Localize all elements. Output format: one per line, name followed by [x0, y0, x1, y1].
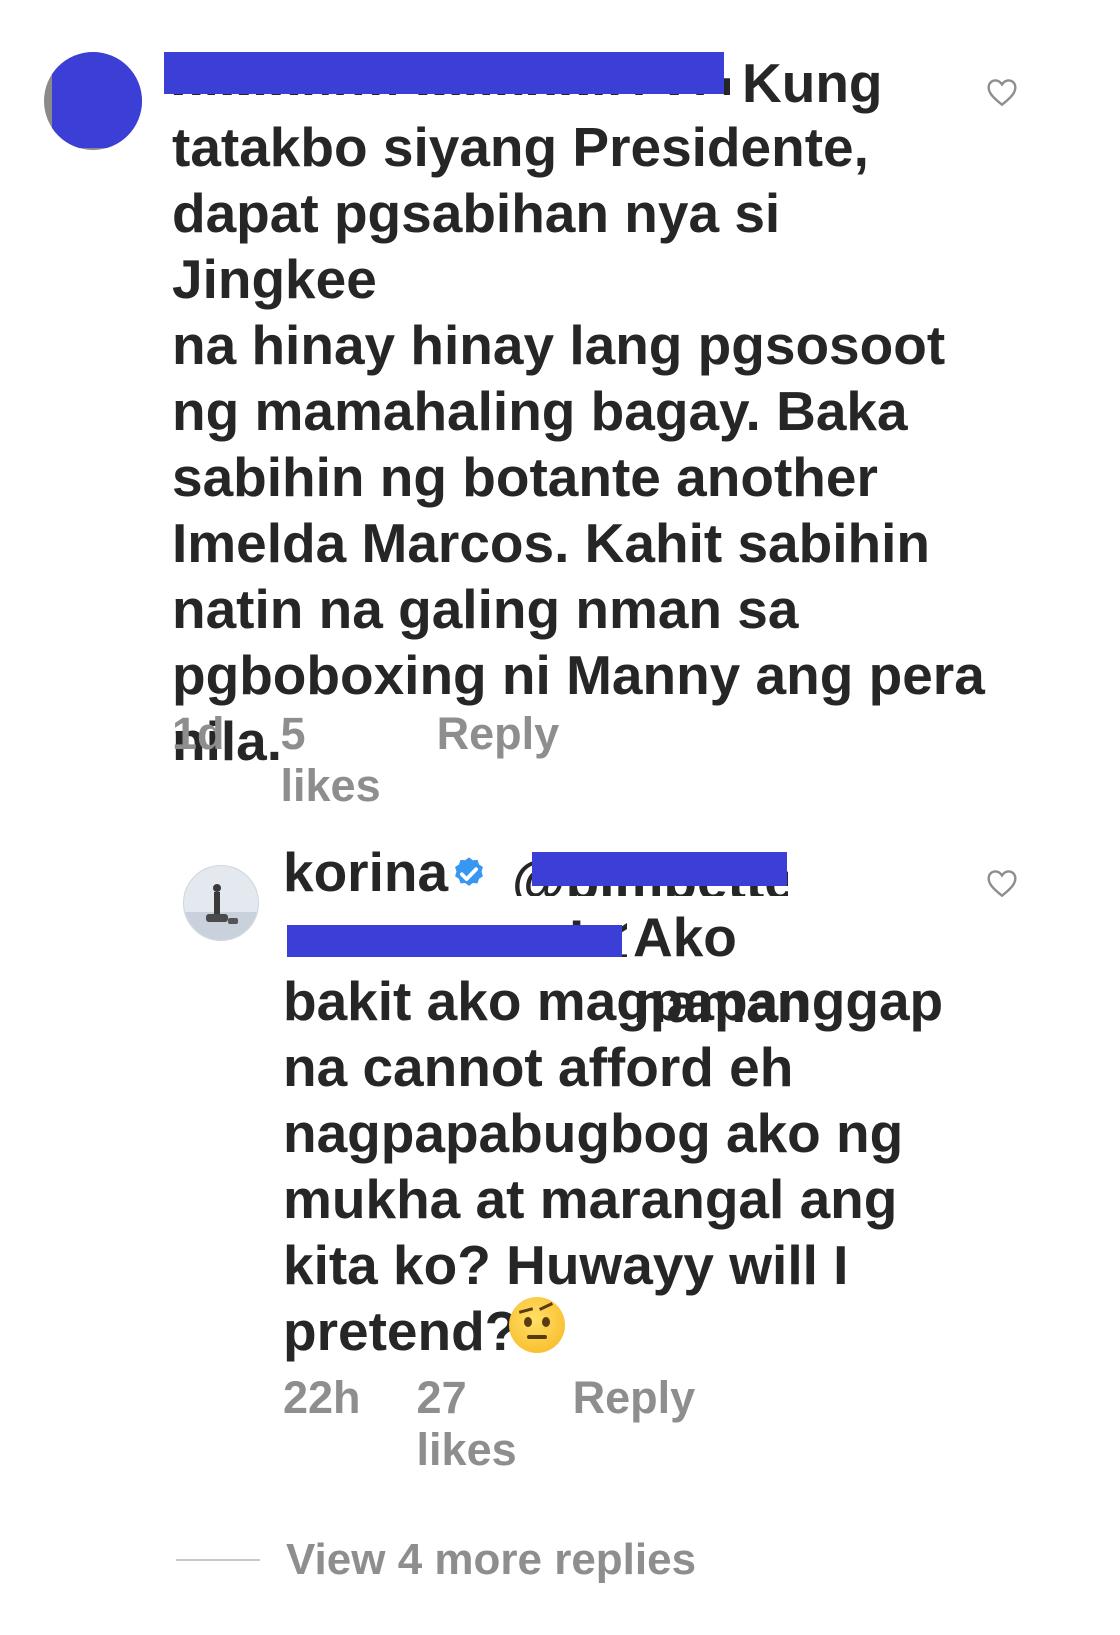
comment-text-first-tail: Kung: [742, 52, 883, 114]
redaction-block: [52, 52, 142, 148]
comment-meta: 22h 27 likes Reply: [283, 1372, 695, 1476]
likes-count[interactable]: 27 likes: [417, 1372, 517, 1476]
comment-meta: 1d 5 likes Reply: [172, 708, 559, 812]
heart-icon[interactable]: [986, 868, 1018, 898]
comment-text: bakit ako magpapanggap na cannot afford …: [283, 970, 944, 1362]
avatar[interactable]: [44, 52, 142, 150]
view-more-label: View 4 more replies: [286, 1535, 697, 1584]
comment-time: 22h: [283, 1372, 361, 1423]
comment-time: 1d: [172, 708, 225, 759]
comment-text: tatakbo siyang Presidente, dapat pgsabih…: [172, 116, 985, 772]
avatar[interactable]: [183, 865, 259, 941]
redaction-block: [532, 852, 787, 886]
verified-badge-icon: [455, 857, 483, 886]
divider-line: [176, 1559, 260, 1561]
likes-count[interactable]: 5 likes: [281, 708, 381, 812]
reply-button[interactable]: Reply: [437, 708, 560, 760]
redaction-block: [287, 925, 622, 957]
redaction-block: [164, 52, 724, 94]
reply-button[interactable]: Reply: [573, 1372, 696, 1424]
avatar-photo: [184, 866, 258, 940]
view-more-replies-button[interactable]: View 4 more replies: [176, 1535, 696, 1585]
username[interactable]: korina: [283, 840, 448, 904]
raised-eyebrow-emoji-icon: [509, 1297, 565, 1353]
heart-icon[interactable]: [986, 77, 1018, 107]
